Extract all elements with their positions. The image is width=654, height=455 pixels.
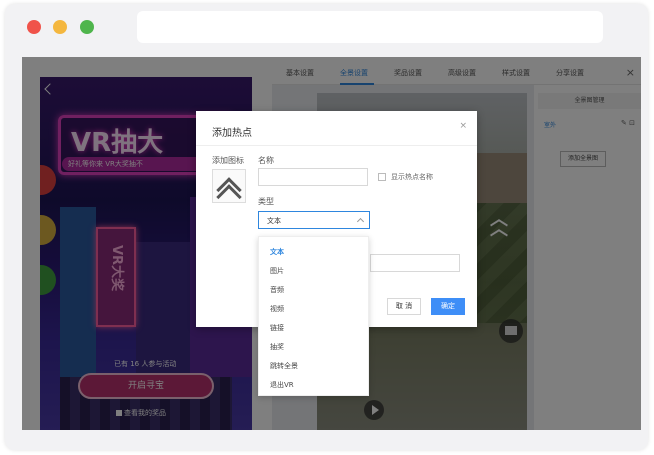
dialog-title: 添加热点	[212, 128, 252, 139]
show-name-checkbox[interactable]	[378, 173, 386, 181]
dropdown-option-exit-vr[interactable]: 退出VR	[270, 380, 294, 390]
hotspot-icon-picker[interactable]	[212, 169, 246, 210]
type-dropdown: 文本 图片 音频 视频 链接 抽奖 跳转全景 退出VR	[258, 236, 369, 396]
confirm-button[interactable]: 确定	[431, 298, 465, 315]
page-viewport: 基本设置 全景设置 奖品设置 高级设置 样式设置 分享设置 × VR抽大 好礼等…	[22, 57, 641, 430]
cancel-button[interactable]: 取 消	[387, 298, 421, 315]
name-input[interactable]	[258, 168, 368, 186]
chevron-up-icon	[356, 217, 365, 226]
minimize-window-icon[interactable]	[53, 20, 67, 34]
dropdown-option-text[interactable]: 文本	[270, 247, 284, 257]
icon-label: 添加图标	[212, 156, 244, 165]
type-select-value: 文本	[267, 217, 281, 225]
dropdown-option-video[interactable]: 视频	[270, 304, 284, 314]
name-label: 名称	[258, 156, 274, 165]
dropdown-option-lottery[interactable]: 抽奖	[270, 342, 284, 352]
type-label: 类型	[258, 197, 274, 206]
show-name-label[interactable]: 显示热点名称	[391, 172, 433, 182]
dropdown-option-audio[interactable]: 音频	[270, 285, 284, 295]
close-window-icon[interactable]	[27, 20, 41, 34]
address-bar[interactable]	[137, 11, 603, 43]
dropdown-option-jump-panorama[interactable]: 跳转全景	[270, 361, 298, 371]
dropdown-option-link[interactable]: 链接	[270, 323, 284, 333]
close-icon[interactable]: ×	[459, 121, 467, 131]
divider	[196, 145, 477, 146]
browser-window: 基本设置 全景设置 奖品设置 高级设置 样式设置 分享设置 × VR抽大 好礼等…	[5, 4, 648, 450]
content-input[interactable]	[370, 254, 460, 272]
type-select[interactable]: 文本	[258, 211, 370, 229]
dropdown-option-image[interactable]: 图片	[270, 266, 284, 276]
maximize-window-icon[interactable]	[80, 20, 94, 34]
